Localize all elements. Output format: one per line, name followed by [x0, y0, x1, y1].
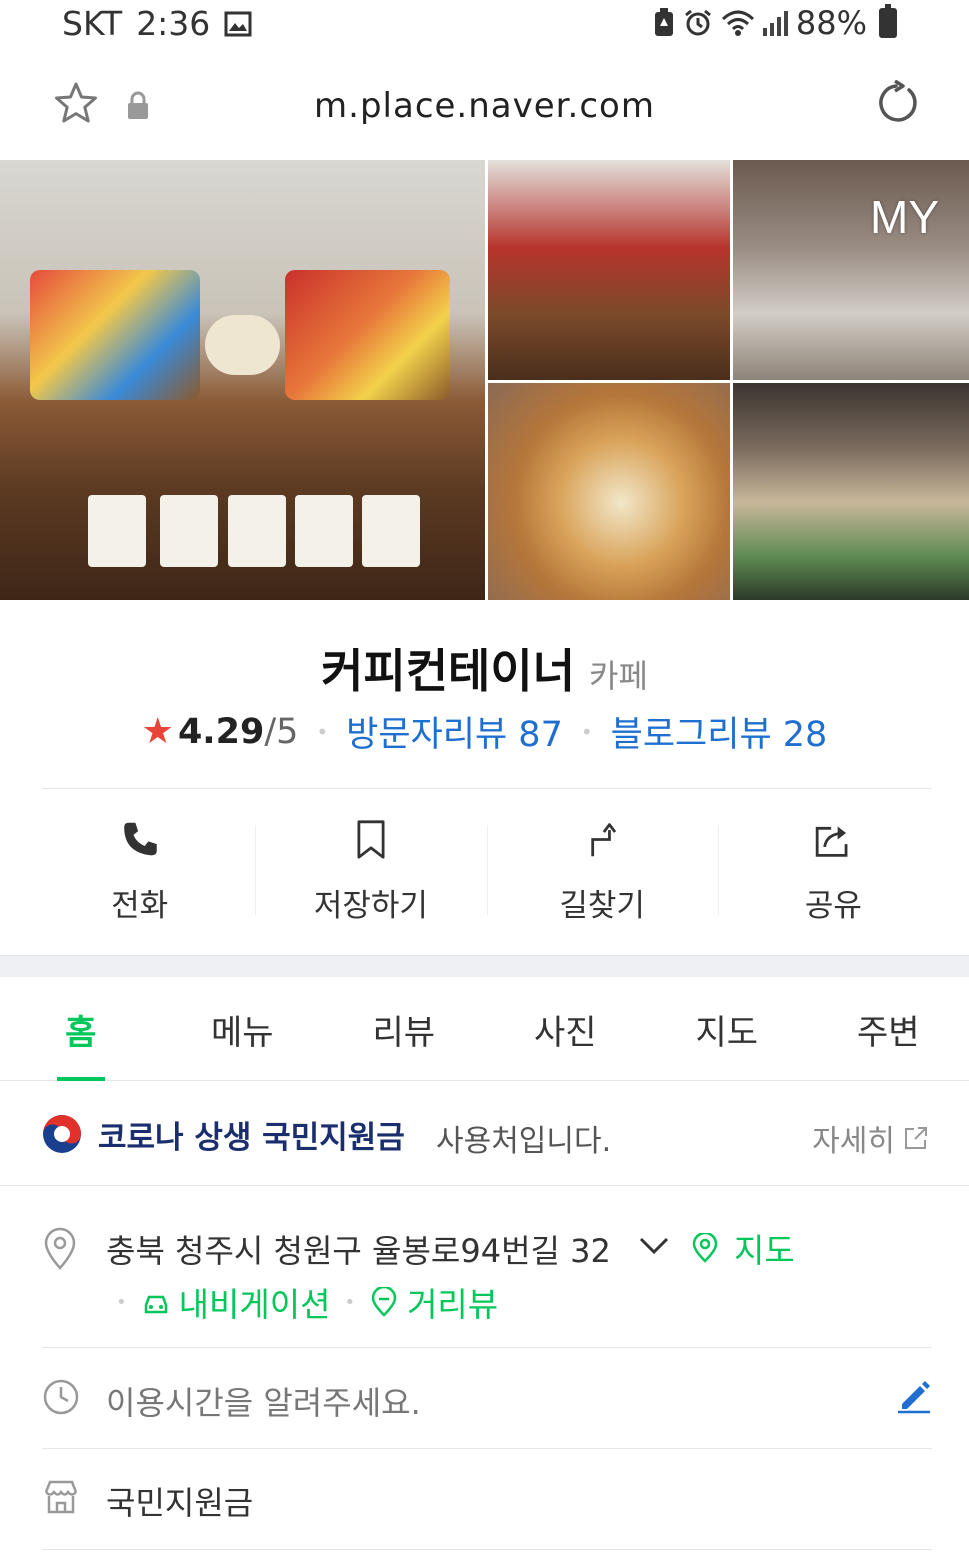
- place-category: 카페: [589, 657, 648, 695]
- my-badge: MY: [870, 191, 939, 243]
- tab-review[interactable]: 리뷰: [323, 977, 485, 1080]
- pencil-edit-icon[interactable]: [896, 1378, 932, 1414]
- chevron-down-icon[interactable]: [638, 1236, 670, 1256]
- support-row: 국민지원금: [42, 1476, 932, 1526]
- hours-prompt: 이용시간을 알려주세요.: [106, 1384, 421, 1422]
- banner-more-label: 자세히: [812, 1124, 895, 1159]
- battery-saver-icon: [654, 8, 673, 36]
- empty-basket: [205, 315, 280, 375]
- taegeuk-icon: [43, 1115, 81, 1153]
- place-name: 커피컨테이너: [321, 644, 576, 698]
- place-title: 커피컨테이너 카페: [0, 635, 969, 701]
- clock-time: 2:36: [136, 4, 211, 43]
- call-button[interactable]: 전화: [24, 815, 255, 925]
- navigation-link[interactable]: 내비게이션: [179, 1278, 331, 1326]
- divider: [42, 1549, 932, 1550]
- photo-cake[interactable]: MY: [733, 160, 969, 380]
- browser-toolbar: m.place.naver.com: [0, 52, 969, 160]
- status-bar: SKT 2:36 88%: [0, 0, 969, 50]
- address-text: 충북 청주시 청원구 율봉로94번길 32: [106, 1232, 611, 1270]
- snack-basket-left: [30, 270, 200, 400]
- location-pin-icon: [44, 1227, 76, 1270]
- divider: [42, 1448, 932, 1449]
- signal-icon: [762, 10, 788, 36]
- photo-dessert[interactable]: [488, 383, 730, 600]
- rating-value: 4.29: [177, 711, 265, 752]
- save-label: 저장하기: [313, 888, 428, 924]
- url-address[interactable]: m.place.naver.com: [0, 86, 969, 126]
- snack-basket-right: [285, 270, 450, 400]
- gallery-notification-icon: [224, 11, 252, 36]
- separator-dot: •: [316, 719, 329, 744]
- rating-star-icon: ★: [141, 711, 174, 752]
- status-left: SKT 2:36: [62, 4, 252, 43]
- section-gap: [0, 955, 969, 977]
- snack-bag: [88, 495, 146, 567]
- alarm-icon: [684, 9, 711, 36]
- phone-icon: [123, 822, 157, 856]
- separator-dot: •: [116, 1291, 127, 1313]
- tab-bar: 홈 메뉴 리뷰 사진 지도 주변: [0, 977, 969, 1081]
- separator-dot: •: [344, 1291, 356, 1313]
- address-actions: • 내비게이션 • 거리뷰: [102, 1278, 498, 1326]
- battery-percent: 88%: [795, 4, 867, 42]
- save-button[interactable]: 저장하기: [255, 815, 486, 925]
- rating-total: /5: [264, 711, 299, 752]
- banner-more-link[interactable]: 자세히: [812, 1116, 929, 1160]
- snack-bag: [160, 495, 218, 567]
- rating-row: ★ 4.29 /5 • 방문자리뷰 87 • 블로그리뷰 28: [0, 706, 969, 757]
- directions-arrow-icon: [591, 823, 617, 857]
- tab-photo[interactable]: 사진: [485, 977, 647, 1080]
- bookmark-icon: [357, 820, 385, 859]
- tab-home[interactable]: 홈: [0, 977, 162, 1081]
- photo-display-case[interactable]: [733, 383, 969, 600]
- map-pin-green-icon: [692, 1233, 718, 1263]
- banner-title: 코로나 상생 국민지원금: [98, 1120, 405, 1156]
- battery-icon: [879, 4, 897, 38]
- divider: [42, 788, 932, 789]
- external-link-icon: [905, 1127, 927, 1149]
- main-photo[interactable]: [0, 160, 485, 600]
- snack-bag: [362, 495, 420, 567]
- status-right: 88%: [653, 4, 897, 42]
- blog-reviews-link[interactable]: 블로그리뷰 28: [611, 706, 828, 757]
- clock-icon: [43, 1379, 79, 1415]
- street-view-pin-icon: [371, 1287, 397, 1317]
- share-icon: [816, 826, 848, 857]
- directions-button[interactable]: 길찾기: [486, 815, 718, 925]
- support-fund-banner[interactable]: 코로나 상생 국민지원금 사용처입니다. 자세히: [0, 1082, 969, 1186]
- divider: [42, 1347, 932, 1348]
- map-link-label: 지도: [734, 1231, 795, 1270]
- call-label: 전화: [111, 888, 169, 924]
- visitor-reviews-link[interactable]: 방문자리뷰 87: [346, 706, 563, 757]
- share-button[interactable]: 공유: [717, 815, 949, 925]
- directions-label: 길찾기: [559, 888, 645, 924]
- street-view-link[interactable]: 거리뷰: [407, 1278, 498, 1326]
- photo-grid: MY: [0, 160, 969, 600]
- action-bar: 전화 저장하기 길찾기 공유: [24, 815, 949, 925]
- separator-dot: •: [580, 719, 593, 744]
- hours-row[interactable]: 이용시간을 알려주세요.: [42, 1376, 932, 1426]
- tab-map[interactable]: 지도: [646, 977, 808, 1080]
- support-label: 국민지원금: [106, 1484, 254, 1522]
- car-navigation-icon: [144, 1295, 167, 1314]
- banner-text: 사용처입니다.: [436, 1124, 612, 1159]
- wifi-icon: [721, 10, 754, 36]
- carrier-label: SKT: [62, 4, 123, 43]
- reload-icon[interactable]: [873, 80, 919, 126]
- map-link[interactable]: 지도: [690, 1224, 795, 1272]
- store-icon: [44, 1480, 78, 1514]
- share-label: 공유: [804, 888, 862, 924]
- snack-bag: [228, 495, 286, 567]
- snack-bag: [295, 495, 353, 567]
- tab-nearby[interactable]: 주변: [808, 977, 969, 1080]
- photo-snacks[interactable]: [488, 160, 730, 380]
- tab-menu[interactable]: 메뉴: [162, 977, 324, 1080]
